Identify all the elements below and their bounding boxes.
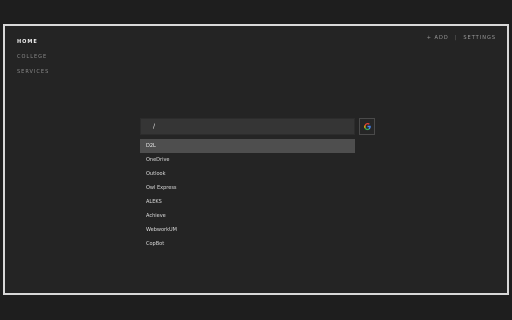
app-frame: HOME COLLEGE SERVICES + ADD | SETTINGS /… — [3, 24, 509, 295]
nav-item-services[interactable]: SERVICES — [17, 70, 49, 75]
separator: | — [454, 35, 458, 41]
nav-item-home[interactable]: HOME — [17, 40, 49, 45]
add-button[interactable]: + ADD — [427, 36, 449, 41]
search-engine-button[interactable] — [359, 118, 375, 135]
results-list: D2L OneDrive Outlook Owl Express ALEKS A… — [140, 139, 355, 251]
list-item[interactable]: D2L — [140, 139, 355, 153]
list-item[interactable]: ALEKS — [140, 195, 355, 209]
nav-item-college[interactable]: COLLEGE — [17, 55, 49, 60]
top-actions: + ADD | SETTINGS — [427, 36, 496, 41]
search-row: / — [140, 118, 381, 136]
google-icon — [363, 123, 371, 131]
list-item[interactable]: Achieve — [140, 209, 355, 223]
list-item[interactable]: Owl Express — [140, 181, 355, 195]
list-item[interactable]: OneDrive — [140, 153, 355, 167]
list-item[interactable]: Outlook — [140, 167, 355, 181]
search-input[interactable]: / — [140, 118, 355, 135]
sidebar-nav: HOME COLLEGE SERVICES — [17, 40, 49, 85]
list-item[interactable]: CopBot — [140, 237, 355, 251]
list-item[interactable]: WebworkUM — [140, 223, 355, 237]
settings-button[interactable]: SETTINGS — [463, 36, 496, 41]
